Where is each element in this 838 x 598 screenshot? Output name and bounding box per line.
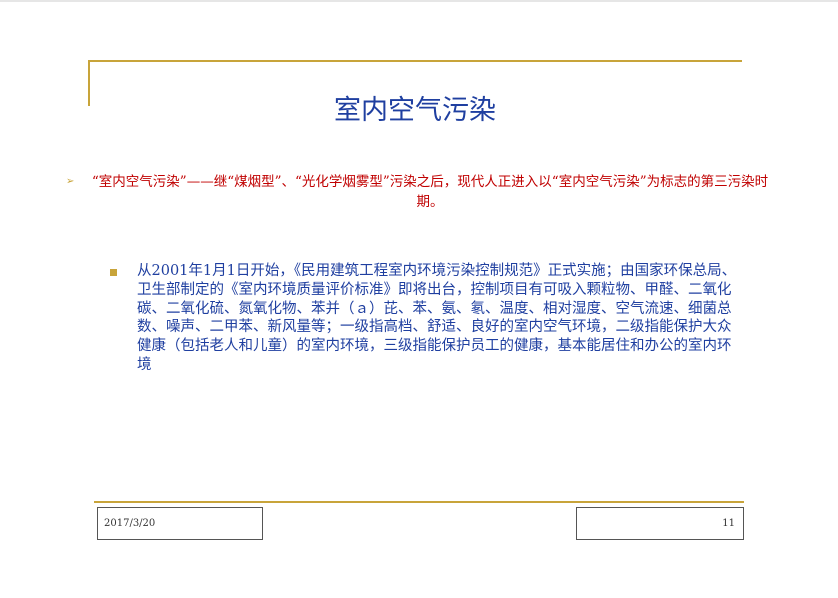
footer-rule: [94, 501, 744, 503]
bullet-text-intro: “室内空气污染”——继“煤烟型”、“光化学烟雾型”污染之后，现代人正进入以“室内…: [91, 174, 769, 210]
arrow-bullet-icon: ➢: [66, 176, 75, 187]
bullet-text-standards: 从2001年1月1日开始，《民用建筑工程室内环境污染控制规范》正式实施；由国家环…: [137, 263, 737, 373]
top-border: [0, 0, 838, 2]
footer-date: 2017/3/20: [97, 507, 263, 540]
slide-title: 室内空气污染: [334, 95, 496, 126]
title-rule-vertical: [88, 60, 90, 106]
title-rule-horizontal: [88, 60, 742, 62]
footer-page-number: 11: [576, 507, 744, 540]
square-bullet-icon: [110, 269, 117, 276]
